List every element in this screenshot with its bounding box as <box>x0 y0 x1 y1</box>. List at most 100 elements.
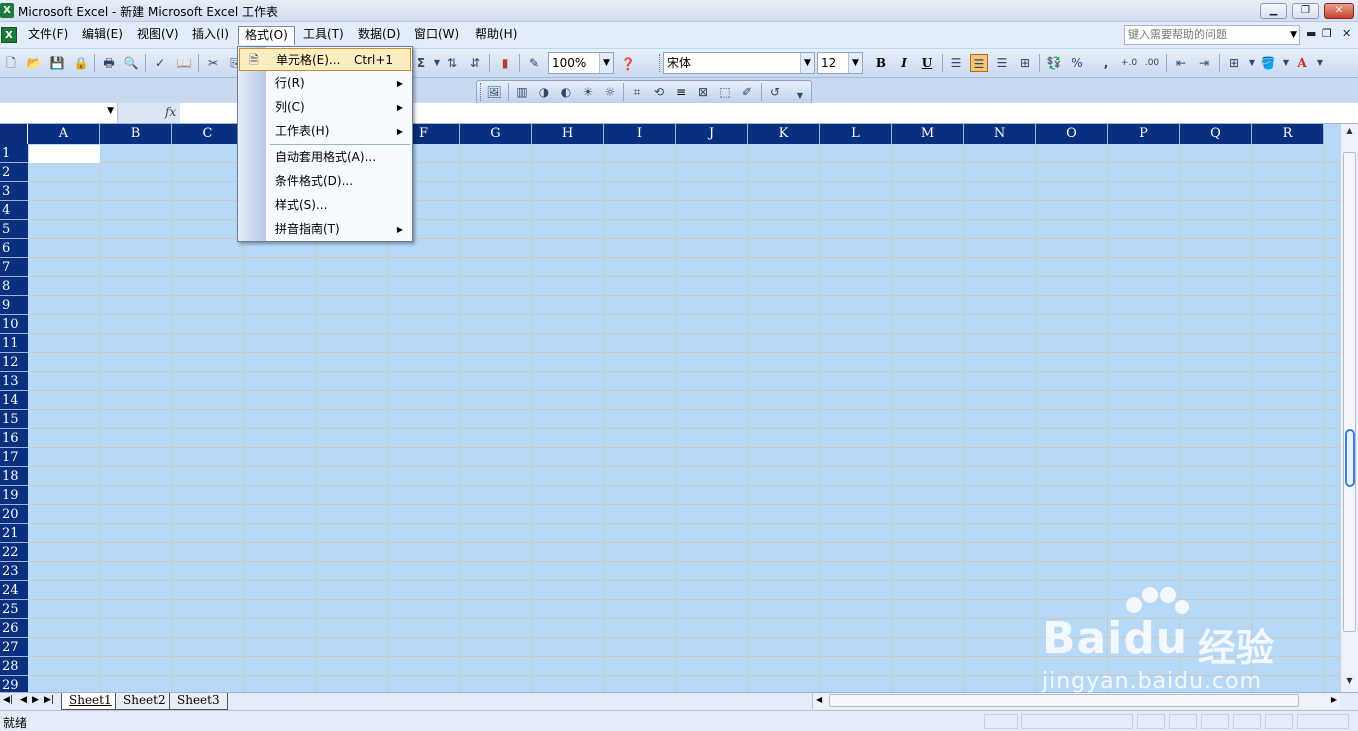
restore-button[interactable]: ❐ <box>1292 3 1319 19</box>
row-header[interactable]: 9 <box>0 296 28 315</box>
row-header[interactable]: 27 <box>0 638 28 657</box>
column-header[interactable]: A <box>28 124 100 144</box>
column-header[interactable]: H <box>532 124 604 144</box>
menu-edit[interactable]: 编辑(E) <box>76 26 129 45</box>
compress-icon[interactable]: ⊠ <box>694 83 712 101</box>
insert-picture-icon[interactable]: 🖼 <box>485 83 503 101</box>
merge-center-icon[interactable]: ⊞ <box>1016 54 1034 72</box>
row-header[interactable]: 25 <box>0 600 28 619</box>
bold-button[interactable]: B <box>872 54 890 72</box>
row-header[interactable]: 16 <box>0 429 28 448</box>
sort-ascending-icon[interactable]: ⇅ <box>443 54 461 72</box>
chevron-down-icon[interactable]: ▼ <box>800 53 814 73</box>
italic-button[interactable]: I <box>895 54 913 72</box>
column-header[interactable]: Q <box>1180 124 1252 144</box>
sort-descending-icon[interactable]: ⇵ <box>466 54 484 72</box>
menu-item-sheet[interactable]: 工作表(H) ▶ <box>239 120 411 143</box>
menu-item-phonetic[interactable]: 拼音指南(T) ▶ <box>239 218 411 241</box>
row-header[interactable]: 6 <box>0 239 28 258</box>
row-header[interactable]: 7 <box>0 258 28 277</box>
menu-format[interactable]: 格式(O) <box>238 26 295 45</box>
font-color-icon[interactable]: A <box>1293 54 1311 72</box>
row-header[interactable]: 23 <box>0 562 28 581</box>
align-right-icon[interactable]: ☰ <box>993 54 1011 72</box>
doc-close-icon[interactable]: ✕ <box>1342 27 1351 40</box>
line-style-icon[interactable]: ≡ <box>672 83 690 101</box>
vertical-scrollbar[interactable]: ▲ ▼ <box>1340 124 1358 692</box>
chevron-down-icon[interactable]: ▼ <box>1311 54 1329 72</box>
row-header[interactable]: 3 <box>0 182 28 201</box>
row-header[interactable]: 15 <box>0 410 28 429</box>
menu-item-style[interactable]: 样式(S)... <box>239 194 411 217</box>
less-brightness-icon[interactable]: ☼ <box>601 83 619 101</box>
rotate-icon[interactable]: ⟲ <box>650 83 668 101</box>
more-contrast-icon[interactable]: ◑ <box>535 83 553 101</box>
column-header[interactable]: M <box>892 124 964 144</box>
menu-tools[interactable]: 工具(T) <box>297 26 350 45</box>
cut-icon[interactable]: ✂ <box>204 54 222 72</box>
align-center-icon[interactable]: ☰ <box>970 54 988 72</box>
save-icon[interactable]: 💾 <box>48 54 66 72</box>
column-header[interactable]: N <box>964 124 1036 144</box>
color-icon[interactable]: ▥ <box>513 83 531 101</box>
menu-data[interactable]: 数据(D) <box>352 26 407 45</box>
column-header[interactable]: I <box>604 124 676 144</box>
help-search-input[interactable]: 键入需要帮助的问题 ▼ <box>1124 25 1300 45</box>
column-header[interactable]: R <box>1252 124 1324 144</box>
less-contrast-icon[interactable]: ◐ <box>557 83 575 101</box>
column-header[interactable]: B <box>100 124 172 144</box>
font-size-select[interactable]: 12 ▼ <box>817 52 863 74</box>
chevron-down-icon[interactable]: ▼ <box>599 53 613 73</box>
menu-insert[interactable]: 插入(I) <box>186 26 235 45</box>
currency-icon[interactable]: 💱 <box>1045 54 1063 72</box>
column-header[interactable]: O <box>1036 124 1108 144</box>
chart-wizard-icon[interactable]: ▮ <box>496 54 514 72</box>
row-header[interactable]: 8 <box>0 277 28 296</box>
open-icon[interactable]: 📂 <box>25 54 43 72</box>
column-header[interactable]: L <box>820 124 892 144</box>
spelling-icon[interactable]: ✓ <box>151 54 169 72</box>
split-handle[interactable] <box>1345 429 1355 487</box>
doc-restore-icon[interactable]: ❐ <box>1322 27 1332 40</box>
close-button[interactable]: ✕ <box>1324 3 1354 19</box>
worksheet-grid[interactable]: A B C D E F G H I J K L M N O P Q R 1 2 … <box>0 124 1340 692</box>
row-header[interactable]: 5 <box>0 220 28 239</box>
row-header[interactable]: 11 <box>0 334 28 353</box>
fill-color-icon[interactable]: 🪣 <box>1259 54 1277 72</box>
menu-item-row[interactable]: 行(R) ▶ <box>239 72 411 95</box>
sheet-tab-2[interactable]: Sheet2 <box>115 693 174 710</box>
workbook-icon[interactable]: X <box>1 27 17 43</box>
row-header[interactable]: 14 <box>0 391 28 410</box>
reset-picture-icon[interactable]: ↺ <box>766 83 784 101</box>
first-sheet-icon[interactable]: ◀| <box>3 695 13 705</box>
last-sheet-icon[interactable]: ▶| <box>44 695 54 705</box>
menu-item-conditional-format[interactable]: 条件格式(D)... <box>239 170 411 193</box>
crop-icon[interactable]: ⌗ <box>628 83 646 101</box>
menu-item-cells[interactable]: 🗎 单元格(E)... Ctrl+1 <box>239 48 411 71</box>
sheet-tab-1[interactable]: Sheet1 <box>61 693 120 710</box>
more-brightness-icon[interactable]: ☀ <box>579 83 597 101</box>
select-all-corner[interactable] <box>0 124 28 144</box>
row-header[interactable]: 19 <box>0 486 28 505</box>
chevron-down-icon[interactable]: ▼ <box>107 106 114 116</box>
decrease-indent-icon[interactable]: ⇤ <box>1172 54 1190 72</box>
doc-minimize-icon[interactable]: ▬ <box>1306 27 1316 40</box>
row-header[interactable]: 20 <box>0 505 28 524</box>
cell-area[interactable] <box>28 144 1340 692</box>
scroll-thumb[interactable] <box>1343 152 1356 632</box>
zoom-select[interactable]: 100% ▼ <box>548 52 614 74</box>
column-header[interactable]: C <box>172 124 244 144</box>
scroll-thumb[interactable] <box>829 694 1299 707</box>
increase-decimal-icon[interactable]: +.0 <box>1120 54 1138 72</box>
menu-file[interactable]: 文件(F) <box>22 26 74 45</box>
format-picture-icon[interactable]: ⬚ <box>716 83 734 101</box>
name-box[interactable]: ▼ <box>0 103 118 123</box>
chevron-down-icon[interactable]: ▼ <box>848 53 862 73</box>
toolbar-grip[interactable] <box>480 83 483 101</box>
row-header[interactable]: 21 <box>0 524 28 543</box>
horizontal-scrollbar[interactable]: ◀ ▶ <box>812 693 1340 709</box>
permission-icon[interactable]: 🔒 <box>72 54 90 72</box>
row-header[interactable]: 24 <box>0 581 28 600</box>
column-header[interactable]: G <box>460 124 532 144</box>
menu-window[interactable]: 窗口(W) <box>408 26 465 45</box>
